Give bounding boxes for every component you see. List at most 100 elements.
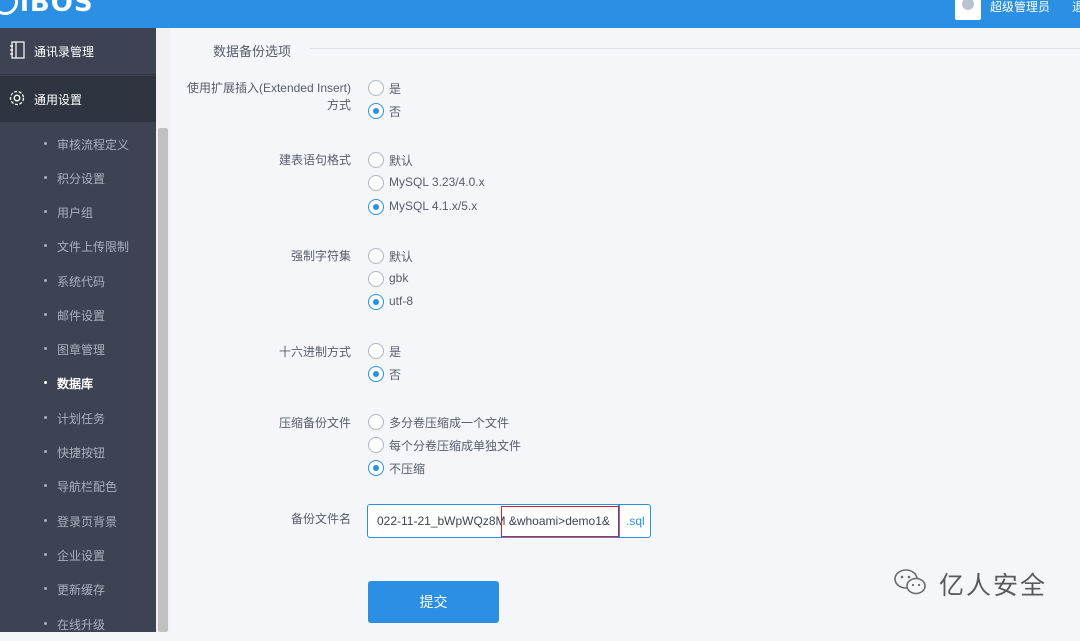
bullet: [44, 416, 47, 419]
bullet: [44, 381, 47, 384]
bullet: [44, 210, 47, 213]
logout-link[interactable]: 退: [1072, 0, 1080, 15]
sidebar-item-label: 企业设置: [57, 549, 106, 563]
sidebar-item-label: 在线升级: [57, 618, 106, 632]
sidebar-item-label: 数据库: [57, 377, 94, 391]
sidebar-item-update-cache[interactable]: 更新缓存: [0, 572, 156, 606]
sidebar-item-label: 审核流程定义: [57, 138, 130, 152]
radio-circle: [368, 199, 384, 215]
sidebar-item-shortcuts[interactable]: 快捷按钮: [0, 435, 156, 469]
avatar[interactable]: [955, 0, 981, 20]
sidebar-scrollbar-thumb[interactable]: [158, 128, 168, 632]
radio-label: 默认: [389, 154, 414, 168]
radio-label: 不压缩: [389, 462, 426, 476]
sidebar-item-login-background[interactable]: 登录页背景: [0, 504, 156, 538]
bullet: [44, 622, 47, 625]
sidebar-group-label: 通用设置: [34, 93, 83, 107]
radio-circle: [368, 437, 384, 453]
field-label-extended-insert: 使用扩展插入(Extended Insert)方式: [186, 81, 351, 112]
filename-suffix-text: .sql: [626, 514, 645, 528]
radio-circle: [368, 152, 384, 168]
submit-button[interactable]: 提交: [368, 581, 499, 623]
watermark: 亿人安全: [893, 566, 1053, 602]
sidebar-item-company-settings[interactable]: 企业设置: [0, 538, 156, 572]
sidebar-item-scheduled-tasks[interactable]: 计划任务: [0, 401, 156, 435]
bullet: [44, 519, 47, 522]
sidebar-item-online-upgrade[interactable]: 在线升级: [0, 607, 156, 641]
sidebar-item-points[interactable]: 积分设置: [0, 161, 156, 195]
logo-text: iBOS: [20, 0, 94, 18]
wechat-icon: [894, 569, 926, 595]
radio-circle: [368, 248, 384, 264]
sidebar-item-label: 登录页背景: [57, 515, 118, 529]
sidebar-item-label: 积分设置: [57, 172, 106, 186]
avatar-head-icon: [962, 0, 974, 10]
sidebar-item-label: 图章管理: [57, 343, 106, 357]
sidebar-item-label: 更新缓存: [57, 583, 106, 597]
radio-label: 是: [389, 345, 402, 359]
radio-label: 是: [389, 82, 402, 96]
bullet: [44, 587, 47, 590]
logo-icon: [0, 0, 18, 15]
radio-circle: [368, 103, 384, 119]
sidebar-group-label: 通讯录管理: [34, 45, 95, 59]
radio-label: 默认: [389, 250, 414, 264]
bullet: [44, 142, 47, 145]
radio-circle: [368, 175, 384, 191]
field-label-sql-format: 建表语句格式: [278, 153, 351, 167]
sidebar-item-label: 文件上传限制: [57, 240, 130, 254]
filename-suffix: .sql: [619, 504, 651, 538]
radio-circle: [368, 460, 384, 476]
address-book-icon: [10, 41, 25, 59]
radio-label: 多分卷压缩成一个文件: [389, 416, 510, 430]
radio-label: 每个分卷压缩成单独文件: [389, 439, 522, 453]
sidebar-group-general-settings[interactable]: 通用设置: [0, 76, 156, 122]
radio-label: MySQL 4.1.x/5.x: [389, 199, 478, 213]
bullet: [44, 347, 47, 350]
sidebar-item-database[interactable]: 数据库: [0, 366, 156, 400]
bullet: [44, 279, 47, 282]
field-label-filename: 备份文件名: [290, 512, 351, 526]
sidebar-item-label: 快捷按钮: [57, 446, 106, 460]
radio-circle: [368, 414, 384, 430]
sidebar-item-mail-settings[interactable]: 邮件设置: [0, 298, 156, 332]
radio-circle: [368, 343, 384, 359]
annotation-highlight-box: [501, 506, 619, 537]
radio-label: 否: [389, 368, 402, 382]
divider: [310, 48, 1080, 49]
user-name[interactable]: 超级管理员: [990, 0, 1050, 15]
sidebar-item-label: 计划任务: [57, 412, 106, 426]
sidebar-item-approval-flow[interactable]: 审核流程定义: [0, 127, 156, 161]
radio-circle: [368, 294, 384, 310]
sidebar-item-nav-colors[interactable]: 导航栏配色: [0, 469, 156, 503]
top-bar: iBOS 超级管理员 退: [0, 0, 1080, 28]
bullet: [44, 553, 47, 556]
radio-label: 否: [389, 105, 402, 119]
bullet: [44, 313, 47, 316]
radio-circle: [368, 366, 384, 382]
watermark-text: 亿人安全: [939, 571, 1048, 600]
gear-icon: [9, 90, 25, 106]
field-label-compression: 压缩备份文件: [278, 416, 351, 430]
radio-label: utf-8: [389, 294, 414, 308]
radio-label: gbk: [389, 271, 409, 285]
radio-circle: [368, 271, 384, 287]
sidebar-item-system-code[interactable]: 系统代码: [0, 264, 156, 298]
sidebar-item-stamps[interactable]: 图章管理: [0, 332, 156, 366]
bullet: [44, 484, 47, 487]
sidebar-item-upload-limits[interactable]: 文件上传限制: [0, 229, 156, 263]
bullet: [44, 450, 47, 453]
sidebar-item-label: 系统代码: [57, 275, 106, 289]
divider: [0, 74, 156, 75]
field-label-hex: 十六进制方式: [278, 345, 351, 359]
radio-label: MySQL 3.23/4.0.x: [389, 175, 485, 189]
sidebar-item-user-groups[interactable]: 用户组: [0, 195, 156, 229]
sidebar-group-contacts[interactable]: 通讯录管理: [0, 28, 156, 75]
sidebar: 通讯录管理 通用设置 审核流程定义 积分设置 用户组 文件上传限制 系统代码 邮…: [0, 28, 170, 632]
bullet: [44, 176, 47, 179]
sidebar-item-label: 导航栏配色: [57, 480, 118, 494]
sidebar-item-label: 邮件设置: [57, 309, 106, 323]
bullet: [44, 244, 47, 247]
field-label-charset: 强制字符集: [290, 249, 351, 263]
section-title: 数据备份选项: [213, 44, 292, 59]
